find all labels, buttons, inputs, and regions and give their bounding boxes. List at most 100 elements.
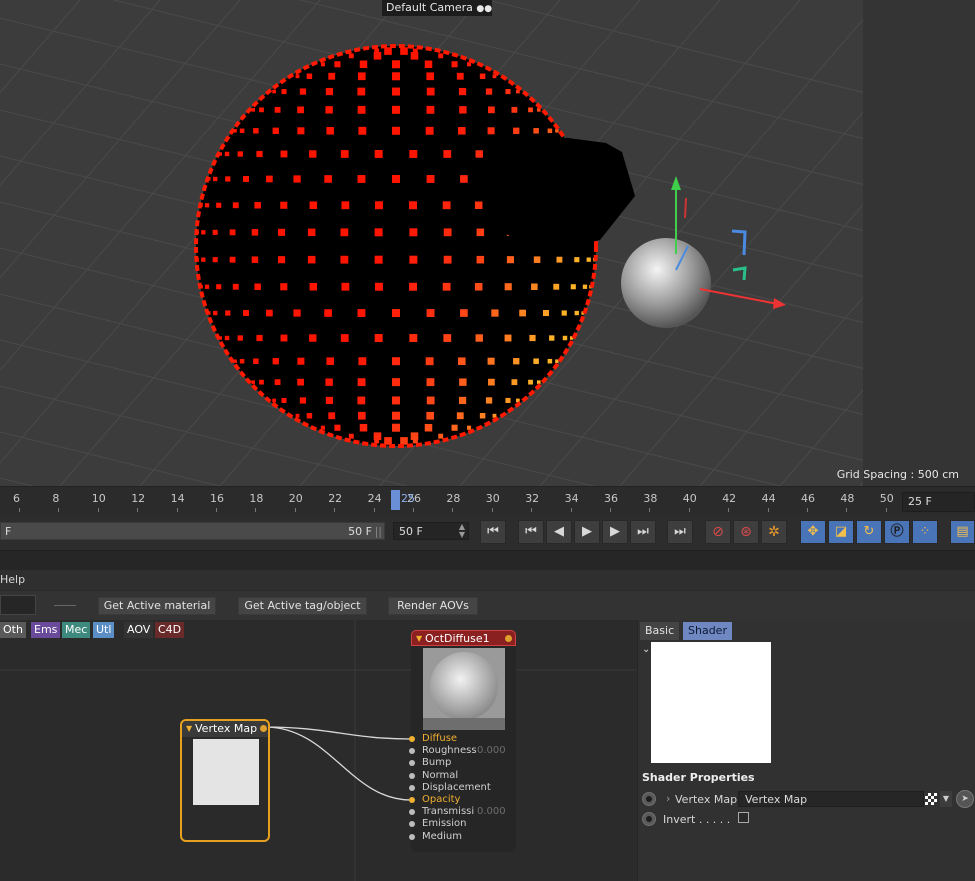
oct-diffuse-output-port[interactable]	[505, 635, 512, 642]
current-frame-field[interactable]: 25 F	[902, 492, 975, 512]
ruler-tick	[97, 508, 99, 512]
node-input-row[interactable]: Roughness 0.000	[409, 745, 516, 757]
collapse-icon[interactable]: ▼	[416, 631, 422, 647]
node-graph[interactable]: Oth Ems Mec Utl AOV C4D ▼ Vertex Map ▼ OctDif…	[0, 620, 637, 881]
node-editor-toolbar: Get Active material Get Active tag/objec…	[0, 590, 975, 620]
vertex-map-node-header[interactable]: ▼ Vertex Map	[182, 721, 268, 737]
checker-icon[interactable]	[925, 793, 937, 805]
viewport[interactable]: Default Camera ●● Grid Spacing : 500 cm	[0, 0, 975, 486]
pick-vertex-map-button[interactable]: ➤	[956, 790, 974, 808]
ruler-label: 22	[328, 492, 343, 505]
ruler-label: 30	[485, 492, 500, 505]
ruler-label: 32	[525, 492, 540, 505]
panel-divider	[0, 550, 975, 570]
ruler-label: 50	[879, 492, 894, 505]
key-parameter-button[interactable]: Ⓟ	[884, 520, 910, 544]
node-search-input[interactable]	[0, 595, 36, 615]
input-name: Diffuse	[422, 733, 458, 744]
timeline-playhead[interactable]	[391, 490, 400, 510]
next-frame-button[interactable]: ▶	[602, 520, 628, 544]
diffuse-link[interactable]	[264, 726, 412, 740]
preview-range-slider[interactable]: F 50 F ||	[0, 522, 385, 540]
vertex-map-animate-toggle[interactable]	[642, 792, 656, 806]
collapse-icon[interactable]: ▼	[186, 721, 192, 737]
input-port[interactable]	[409, 821, 415, 828]
node-input-row[interactable]: Transmissi 0.000	[409, 806, 516, 818]
prev-frame-icon: ◀	[554, 524, 564, 539]
key-position-button[interactable]: ✥	[800, 520, 826, 544]
ruler-tick	[767, 508, 769, 512]
category-tab[interactable]: Oth	[0, 622, 26, 638]
ruler-label: 40	[682, 492, 697, 505]
animation-mode-button[interactable]: ▤	[950, 520, 975, 544]
grey-sphere[interactable]	[621, 238, 711, 328]
timeline-ruler[interactable]: 6 8 10 12 14 16 18 20 22 24 26 28 30 32 34 36 38 40 42 44 46…	[0, 486, 975, 516]
red-dot-sphere[interactable]	[194, 44, 635, 448]
oct-diffuse-node-header[interactable]: ▼ OctDiffuse1	[411, 630, 516, 646]
chevron-down-icon[interactable]: ⌄	[642, 644, 650, 655]
ruler-tick	[491, 508, 493, 512]
category-tab[interactable]: Utl	[93, 622, 115, 638]
key-point-level-button[interactable]: ⁘	[912, 520, 938, 544]
tab-basic[interactable]: Basic	[640, 622, 680, 640]
input-name: Emission	[422, 818, 467, 830]
ruler-tick	[294, 508, 296, 512]
vertex-map-node[interactable]: ▼ Vertex Map	[180, 719, 270, 842]
category-tab[interactable]: C4D	[155, 622, 185, 638]
go-to-end-button[interactable]: ⏭	[667, 520, 693, 544]
input-port[interactable]	[409, 736, 415, 742]
node-input-row[interactable]: Emission	[409, 818, 516, 830]
input-port[interactable]	[409, 784, 415, 791]
viewport-canvas[interactable]	[0, 0, 975, 486]
prev-key-button[interactable]: ⏮	[518, 520, 544, 544]
category-tab[interactable]: Ems	[31, 622, 61, 638]
play-button[interactable]: ▶	[574, 520, 600, 544]
ruler-label: 10	[91, 492, 106, 505]
range-grip-icon[interactable]: ||	[375, 525, 382, 538]
node-input-row[interactable]: Opacity	[409, 794, 516, 806]
input-port[interactable]	[409, 748, 415, 755]
oct-diffuse-node[interactable]: ▼ OctDiffuse1 Diffuse Roughness 0.000 Bump N…	[409, 630, 516, 852]
key-scale-button[interactable]: ◪	[828, 520, 854, 544]
input-port[interactable]	[409, 809, 415, 816]
input-port[interactable]	[409, 760, 415, 767]
vertex-map-field[interactable]: Vertex Map	[738, 791, 924, 807]
camera-icon: ●●	[476, 4, 493, 14]
end-frame-field[interactable]: 50 F ▲ ▼	[393, 522, 469, 540]
get-active-tag-button[interactable]: Get Active tag/object	[238, 597, 367, 615]
ruler-label: 48	[840, 492, 855, 505]
auto-key-button[interactable]: ⊛	[733, 520, 759, 544]
record-keys-button[interactable]: ⊘	[705, 520, 731, 544]
next-key-button[interactable]: ⏭	[630, 520, 656, 544]
category-tab[interactable]: Mec	[62, 622, 91, 638]
vertex-map-output-port[interactable]	[260, 725, 267, 732]
prev-frame-button[interactable]: ◀	[546, 520, 572, 544]
node-input-row[interactable]: Displacement	[409, 782, 516, 794]
menu-help[interactable]: Help	[0, 573, 25, 586]
camera-label[interactable]: Default Camera ●●	[382, 0, 493, 16]
vertex-map-dropdown[interactable]: ▼	[940, 791, 952, 807]
node-input-row[interactable]: Bump	[409, 757, 516, 769]
expand-arrow-icon[interactable]: ›	[666, 792, 670, 805]
input-port[interactable]	[409, 797, 415, 803]
invert-animate-toggle[interactable]	[642, 812, 656, 826]
input-port[interactable]	[409, 772, 415, 779]
input-port[interactable]	[409, 833, 415, 840]
next-key-icon: ⏭	[637, 524, 649, 539]
spinner-icon[interactable]: ▲ ▼	[459, 523, 465, 539]
play-icon: ▶	[582, 524, 592, 539]
render-aovs-button[interactable]: Render AOVs	[388, 597, 478, 615]
go-to-start-button[interactable]: ⏮	[480, 520, 506, 544]
key-rotation-button[interactable]: ↻	[856, 520, 882, 544]
get-active-material-button[interactable]: Get Active material	[98, 597, 216, 615]
tab-shader[interactable]: Shader	[683, 622, 732, 640]
node-input-row[interactable]: Normal	[409, 770, 516, 782]
category-tab[interactable]: AOV	[124, 622, 154, 638]
next-frame-icon: ▶	[610, 524, 620, 539]
node-input-row[interactable]: Medium	[409, 831, 516, 843]
invert-checkbox[interactable]	[738, 812, 749, 823]
node-input-row[interactable]: Diffuse	[409, 733, 516, 745]
keyframe-selection-button[interactable]: ✲	[761, 520, 787, 544]
ruler-tick	[19, 508, 20, 512]
film-icon: ▤	[956, 524, 969, 539]
